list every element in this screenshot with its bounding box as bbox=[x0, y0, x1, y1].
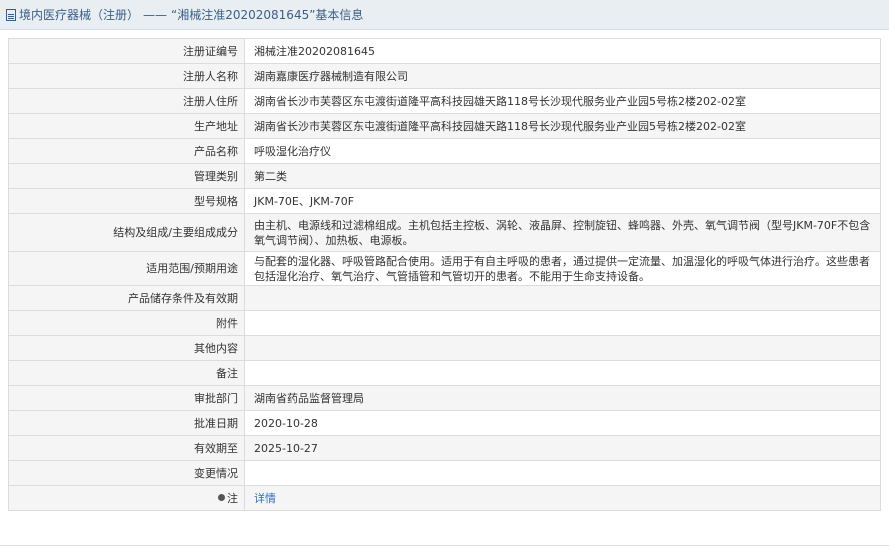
row-value: 湖南省长沙市芙蓉区东屯渡街道隆平高科技园雄天路118号长沙现代服务业产业园5号栋… bbox=[244, 88, 881, 114]
row-value bbox=[244, 360, 881, 386]
table-row: 管理类别 第二类 bbox=[8, 163, 881, 189]
row-value bbox=[244, 310, 881, 336]
table-row: 注册人名称 湖南嘉康医疗器械制造有限公司 bbox=[8, 63, 881, 89]
row-label: 审批部门 bbox=[8, 385, 245, 411]
document-icon bbox=[6, 8, 16, 21]
row-label: 生产地址 bbox=[8, 113, 245, 139]
table-row: 变更情况 bbox=[8, 460, 881, 486]
header-title: “湘械注准20202081645”基本信息 bbox=[171, 8, 364, 22]
row-value: 2020-10-28 bbox=[244, 410, 881, 436]
row-label: 其他内容 bbox=[8, 335, 245, 361]
row-label: 注册证编号 bbox=[8, 38, 245, 64]
row-value bbox=[244, 285, 881, 311]
row-label: 附件 bbox=[8, 310, 245, 336]
table-row: 审批部门 湖南省药品监督管理局 bbox=[8, 385, 881, 411]
row-label: 型号规格 bbox=[8, 188, 245, 214]
row-label: 注册人名称 bbox=[8, 63, 245, 89]
page-header: 境内医疗器械（注册） —— “湘械注准20202081645”基本信息 bbox=[0, 0, 889, 30]
info-table: 注册证编号 湘械注准20202081645 注册人名称 湖南嘉康医疗器械制造有限… bbox=[8, 38, 881, 511]
row-value: 2025-10-27 bbox=[244, 435, 881, 461]
row-value: JKM-70E、JKM-70F bbox=[244, 188, 881, 214]
row-value: 湖南嘉康医疗器械制造有限公司 bbox=[244, 63, 881, 89]
table-row: 适用范围/预期用途 与配套的湿化器、呼吸管路配合使用。适用于有自主呼吸的患者，通… bbox=[8, 251, 881, 286]
row-label: 注册人住所 bbox=[8, 88, 245, 114]
table-row: 附件 bbox=[8, 310, 881, 336]
table-row: 注册人住所 湖南省长沙市芙蓉区东屯渡街道隆平高科技园雄天路118号长沙现代服务业… bbox=[8, 88, 881, 114]
note-label: 注 bbox=[227, 491, 238, 505]
row-value: 湖南省药品监督管理局 bbox=[244, 385, 881, 411]
row-label: 产品名称 bbox=[8, 138, 245, 164]
row-label: 结构及组成/主要组成成分 bbox=[8, 213, 245, 252]
details-link[interactable]: 详情 bbox=[254, 492, 276, 505]
table-row: 备注 bbox=[8, 360, 881, 386]
table-row: 生产地址 湖南省长沙市芙蓉区东屯渡街道隆平高科技园雄天路118号长沙现代服务业产… bbox=[8, 113, 881, 139]
table-row: 其他内容 bbox=[8, 335, 881, 361]
row-value bbox=[244, 460, 881, 486]
row-value: 呼吸湿化治疗仪 bbox=[244, 138, 881, 164]
header-prefix: 境内医疗器械（注册） bbox=[19, 8, 140, 22]
row-value bbox=[244, 335, 881, 361]
table-row: 结构及组成/主要组成成分 由主机、电源线和过滤棉组成。主机包括主控板、涡轮、液晶… bbox=[8, 213, 881, 252]
table-row: 型号规格 JKM-70E、JKM-70F bbox=[8, 188, 881, 214]
note-icon bbox=[218, 494, 225, 501]
row-value: 第二类 bbox=[244, 163, 881, 189]
table-row: 产品名称 呼吸湿化治疗仪 bbox=[8, 138, 881, 164]
row-label: 产品储存条件及有效期 bbox=[8, 285, 245, 311]
note-value-cell: 详情 bbox=[244, 485, 881, 511]
row-value: 由主机、电源线和过滤棉组成。主机包括主控板、涡轮、液晶屏、控制旋钮、蜂鸣器、外壳… bbox=[244, 213, 881, 252]
row-label: 管理类别 bbox=[8, 163, 245, 189]
row-label: 适用范围/预期用途 bbox=[8, 251, 245, 286]
row-value: 湘械注准20202081645 bbox=[244, 38, 881, 64]
row-label: 备注 bbox=[8, 360, 245, 386]
row-value: 与配套的湿化器、呼吸管路配合使用。适用于有自主呼吸的患者，通过提供一定流量、加温… bbox=[244, 251, 881, 286]
table-row: 批准日期 2020-10-28 bbox=[8, 410, 881, 436]
table-row: 产品储存条件及有效期 bbox=[8, 285, 881, 311]
table-row: 注 详情 bbox=[8, 485, 881, 511]
note-label-cell: 注 bbox=[8, 485, 245, 511]
table-row: 有效期至 2025-10-27 bbox=[8, 435, 881, 461]
table-row: 注册证编号 湘械注准20202081645 bbox=[8, 38, 881, 64]
bottom-divider bbox=[0, 545, 889, 546]
header-separator: —— bbox=[143, 7, 168, 22]
row-value: 湖南省长沙市芙蓉区东屯渡街道隆平高科技园雄天路118号长沙现代服务业产业园5号栋… bbox=[244, 113, 881, 139]
row-label: 批准日期 bbox=[8, 410, 245, 436]
row-label: 变更情况 bbox=[8, 460, 245, 486]
row-label: 有效期至 bbox=[8, 435, 245, 461]
